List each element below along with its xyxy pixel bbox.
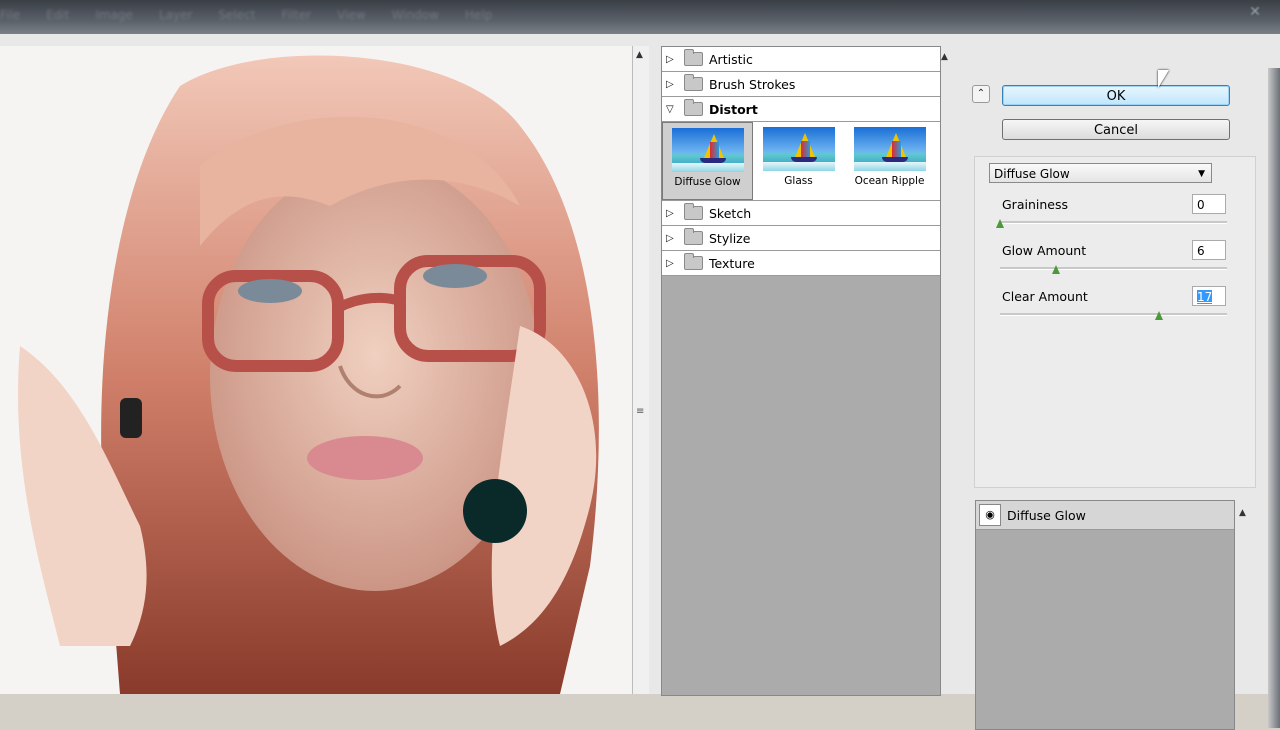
mouse-cursor-icon <box>1158 70 1169 88</box>
glow-amount-slider-knob[interactable] <box>1052 265 1061 274</box>
category-label: Texture <box>709 255 755 271</box>
effect-layers-panel: ◉ Diffuse Glow <box>975 500 1235 730</box>
glow-amount-input[interactable]: 6 <box>1192 240 1226 260</box>
category-label: Sketch <box>709 205 752 221</box>
menu-layer[interactable]: Layer <box>159 8 192 22</box>
double-chevron-up-icon[interactable]: ⌃ <box>972 85 990 103</box>
menu-image[interactable]: Image <box>95 8 133 22</box>
menu-select[interactable]: Select <box>218 8 255 22</box>
effect-layer-label: Diffuse Glow <box>1007 507 1086 523</box>
portrait-photo <box>0 46 632 694</box>
filter-select-value: Diffuse Glow <box>994 167 1070 181</box>
scroll-grip-icon[interactable]: ≡ <box>636 406 644 417</box>
window-titlebar: File Edit Image Layer Select Filter View… <box>0 0 1280 34</box>
clear-amount-slider-track[interactable] <box>1000 313 1227 316</box>
thumb-glass[interactable]: Glass <box>753 122 844 200</box>
menu-bar: File Edit Image Layer Select Filter View… <box>0 8 492 22</box>
category-brush-strokes[interactable]: ▷ Brush Strokes <box>662 72 940 97</box>
ok-button[interactable]: OK <box>1002 85 1230 106</box>
category-texture[interactable]: ▷ Texture <box>662 251 940 276</box>
expand-icon[interactable]: ▷ <box>666 54 680 65</box>
menu-help[interactable]: Help <box>465 8 492 22</box>
graininess-slider-knob[interactable] <box>996 219 1004 228</box>
folder-icon <box>684 253 703 270</box>
filter-preview[interactable] <box>0 46 633 694</box>
clear-amount-slider-knob[interactable] <box>1154 311 1163 320</box>
effect-layer-item[interactable]: ◉ Diffuse Glow <box>976 501 1234 530</box>
category-label: Stylize <box>709 230 751 246</box>
folder-icon <box>684 228 703 245</box>
folder-icon <box>684 74 703 91</box>
sailboat-thumbnail-icon <box>762 127 835 171</box>
category-label: Brush Strokes <box>709 76 796 92</box>
filter-gallery-dialog: ▲ ≡ ▷ Artistic ▷ Brush Strokes ▽ Distort… <box>0 34 1280 730</box>
folder-icon <box>684 49 703 66</box>
clear-amount-input[interactable]: 17 <box>1192 286 1226 306</box>
folder-icon <box>684 203 703 220</box>
thumb-ocean-ripple[interactable]: Ocean Ripple <box>844 122 935 200</box>
category-artistic[interactable]: ▷ Artistic <box>662 47 940 72</box>
glow-amount-value: 6 <box>1197 244 1205 258</box>
preview-scrollbar[interactable]: ▲ ≡ <box>632 46 649 694</box>
menu-edit[interactable]: Edit <box>46 8 69 22</box>
graininess-value: 0 <box>1197 198 1205 212</box>
category-distort[interactable]: ▽ Distort <box>662 97 940 122</box>
category-stylize[interactable]: ▷ Stylize <box>662 226 940 251</box>
filter-settings-panel: Diffuse Glow ▼ Graininess 0 Glow Amount … <box>974 156 1256 488</box>
window-edge <box>1268 68 1280 728</box>
expand-icon[interactable]: ▷ <box>666 208 680 219</box>
graininess-input[interactable]: 0 <box>1192 194 1226 214</box>
menu-filter[interactable]: Filter <box>281 8 311 22</box>
filter-list-scroll-up-icon[interactable]: ▲ <box>941 52 948 62</box>
clear-amount-value: 17 <box>1197 290 1213 304</box>
sailboat-thumbnail-icon <box>853 127 926 171</box>
collapse-icon[interactable]: ▽ <box>666 104 680 115</box>
filter-select[interactable]: Diffuse Glow ▼ <box>989 163 1212 183</box>
thumb-label: Diffuse Glow <box>674 176 741 188</box>
expand-icon[interactable]: ▷ <box>666 79 680 90</box>
graininess-label: Graininess <box>1002 197 1068 212</box>
category-label: Distort <box>709 101 758 117</box>
thumb-label: Glass <box>784 175 813 187</box>
graininess-slider-track[interactable] <box>1000 221 1227 224</box>
scroll-up-icon[interactable]: ▲ <box>636 50 643 60</box>
menu-view[interactable]: View <box>337 8 365 22</box>
expand-icon[interactable]: ▷ <box>666 258 680 269</box>
glow-amount-label: Glow Amount <box>1002 243 1087 258</box>
menu-file[interactable]: File <box>0 8 20 22</box>
eye-icon[interactable]: ◉ <box>979 504 1001 526</box>
folder-icon <box>684 99 703 116</box>
window-close-icon[interactable]: ✕ <box>1244 4 1266 20</box>
sailboat-thumbnail-icon <box>671 128 744 172</box>
scroll-up-icon[interactable]: ▲ <box>1239 508 1246 518</box>
filter-list: ▷ Artistic ▷ Brush Strokes ▽ Distort Dif… <box>661 46 941 696</box>
distort-thumbnails: Diffuse Glow Glass Ocean Ripple <box>662 122 940 201</box>
menu-window[interactable]: Window <box>392 8 439 22</box>
thumb-label: Ocean Ripple <box>854 175 925 187</box>
chevron-down-icon[interactable]: ▼ <box>1198 164 1205 184</box>
glow-amount-slider-track[interactable] <box>1000 267 1227 270</box>
cancel-button[interactable]: Cancel <box>1002 119 1230 140</box>
category-sketch[interactable]: ▷ Sketch <box>662 201 940 226</box>
thumb-diffuse-glow[interactable]: Diffuse Glow <box>662 122 753 200</box>
expand-icon[interactable]: ▷ <box>666 233 680 244</box>
category-label: Artistic <box>709 51 753 67</box>
clear-amount-label: Clear Amount <box>1002 289 1088 304</box>
